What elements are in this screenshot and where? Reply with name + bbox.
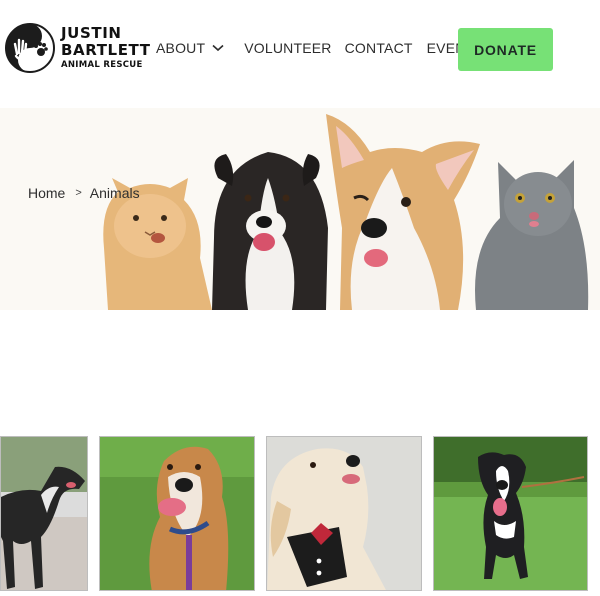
collie-puppy-illustration bbox=[212, 152, 328, 310]
breadcrumb-home-link[interactable]: Home bbox=[28, 185, 65, 201]
animal-grid bbox=[0, 436, 600, 592]
animal-card[interactable] bbox=[99, 436, 255, 591]
corgi-puppy-illustration bbox=[326, 114, 480, 310]
animal-card[interactable] bbox=[0, 436, 88, 591]
tan-dog-on-grass-photo bbox=[100, 437, 254, 590]
main-nav: ABOUT VOLUNTEER CONTACT EVENTS bbox=[156, 40, 484, 56]
black-greyhound-photo bbox=[1, 437, 87, 590]
animal-card[interactable] bbox=[433, 436, 588, 591]
breadcrumb-separator: > bbox=[75, 187, 82, 199]
nav-volunteer-label: VOLUNTEER bbox=[244, 40, 332, 56]
nav-volunteer[interactable]: VOLUNTEER bbox=[244, 40, 331, 56]
breadcrumb: Home > Animals bbox=[28, 185, 140, 201]
logo-line-2: BARTLETT bbox=[61, 41, 151, 60]
hand-paw-logo-icon bbox=[5, 23, 55, 73]
logo-line-3: ANIMAL RESCUE bbox=[61, 60, 143, 71]
nav-about-label: ABOUT bbox=[156, 40, 206, 56]
breadcrumb-current: Animals bbox=[89, 185, 140, 201]
nav-contact[interactable]: CONTACT bbox=[345, 40, 413, 56]
chevron-down-icon bbox=[212, 44, 224, 52]
nav-about[interactable]: ABOUT bbox=[156, 40, 224, 56]
logo-text: JUSTIN BARTLETT ANIMAL RESCUE bbox=[61, 26, 151, 70]
animal-card[interactable] bbox=[266, 436, 422, 591]
donate-button[interactable]: DONATE bbox=[458, 28, 553, 71]
hero-banner: Home > Animals bbox=[0, 108, 600, 310]
logo-line-1: JUSTIN bbox=[61, 24, 122, 43]
nav-contact-label: CONTACT bbox=[344, 40, 413, 56]
black-white-puppy-grass-photo bbox=[434, 437, 587, 590]
grey-cat-illustration bbox=[475, 160, 589, 310]
site-logo[interactable]: JUSTIN BARTLETT ANIMAL RESCUE bbox=[4, 20, 151, 76]
site-header: JUSTIN BARTLETT ANIMAL RESCUE ABOUT VOLU… bbox=[0, 0, 600, 100]
pets-hero-image bbox=[103, 114, 589, 310]
white-dog-bowtie-photo bbox=[267, 437, 421, 590]
